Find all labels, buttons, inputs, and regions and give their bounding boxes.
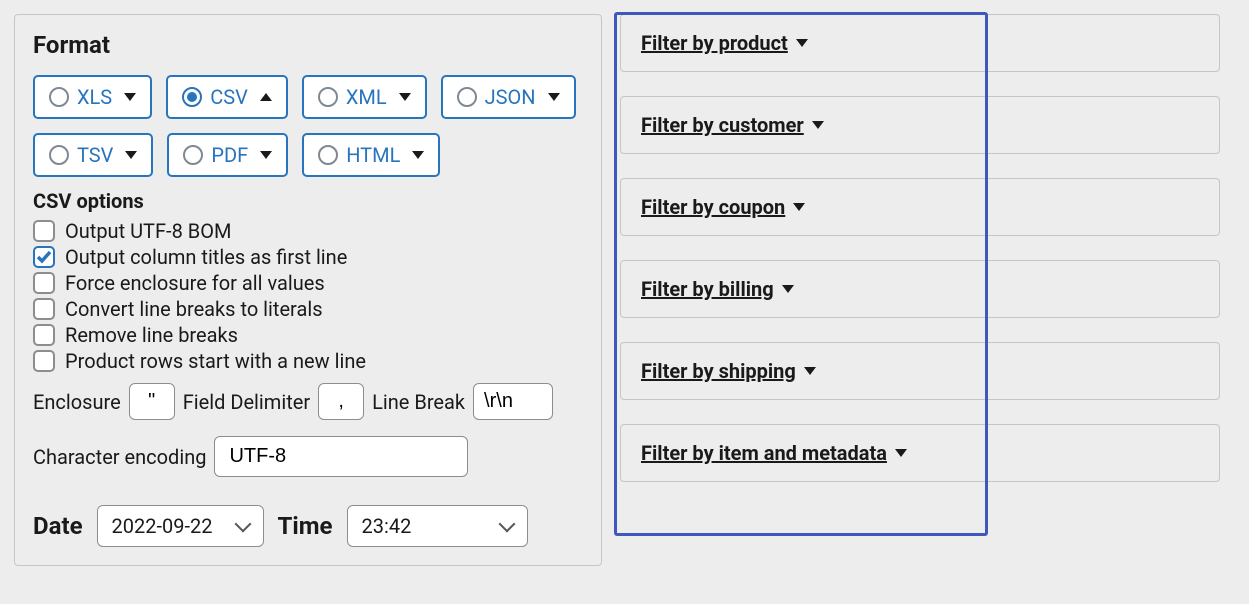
encoding-input[interactable] <box>214 436 468 477</box>
check-remove-linebreaks[interactable]: Remove line breaks <box>33 323 583 347</box>
format-panel: Format XLS CSV XML JSON <box>14 14 602 566</box>
check-label: Convert line breaks to literals <box>65 297 323 321</box>
format-heading: Format <box>33 31 583 59</box>
format-xls[interactable]: XLS <box>33 75 152 119</box>
caret-down-icon <box>125 151 137 159</box>
check-force-enclosure[interactable]: Force enclosure for all values <box>33 271 583 295</box>
time-value: 23:42 <box>362 514 412 538</box>
filter-by-item-metadata[interactable]: Filter by item and metadata <box>620 424 1220 482</box>
filter-label-text: Filter by item and metadata <box>641 441 887 465</box>
format-label: HTML <box>346 143 400 167</box>
filter-label-text: Filter by billing <box>641 277 774 301</box>
format-label: TSV <box>77 143 113 167</box>
csv-options-heading: CSV options <box>33 189 583 213</box>
chevron-down-icon <box>234 516 251 533</box>
caret-down-icon <box>260 151 272 159</box>
filter-by-shipping[interactable]: Filter by shipping <box>620 342 1220 400</box>
checkbox-icon <box>33 350 55 372</box>
format-label: PDF <box>211 143 248 167</box>
checkbox-icon <box>33 324 55 346</box>
check-convert-linebreaks[interactable]: Convert line breaks to literals <box>33 297 583 321</box>
check-product-rows-newline[interactable]: Product rows start with a new line <box>33 349 583 373</box>
enclosure-label: Enclosure <box>33 390 121 414</box>
caret-down-icon <box>782 285 794 293</box>
caret-down-icon <box>124 93 136 101</box>
check-label: Force enclosure for all values <box>65 271 325 295</box>
filter-by-product[interactable]: Filter by product <box>620 14 1220 72</box>
caret-down-icon <box>895 449 907 457</box>
time-label: Time <box>278 512 333 540</box>
radio-icon <box>457 87 477 107</box>
format-tsv[interactable]: TSV <box>33 133 153 177</box>
filter-label-text: Filter by customer <box>641 113 804 137</box>
caret-down-icon <box>796 39 808 47</box>
caret-down-icon <box>793 203 805 211</box>
caret-down-icon <box>399 93 411 101</box>
filter-label-text: Filter by shipping <box>641 359 796 383</box>
filter-label-text: Filter by coupon <box>641 195 785 219</box>
radio-icon <box>182 87 202 107</box>
caret-down-icon <box>412 151 424 159</box>
enclosure-input[interactable] <box>129 383 175 420</box>
format-csv[interactable]: CSV <box>166 75 288 119</box>
format-html[interactable]: HTML <box>302 133 440 177</box>
checkbox-icon <box>33 298 55 320</box>
check-utf8-bom[interactable]: Output UTF-8 BOM <box>33 219 583 243</box>
checkbox-checked-icon <box>33 246 55 268</box>
format-json[interactable]: JSON <box>441 75 576 119</box>
date-select[interactable]: 2022-09-22 <box>97 505 264 547</box>
radio-icon <box>318 145 338 165</box>
filter-by-coupon[interactable]: Filter by coupon <box>620 178 1220 236</box>
filter-by-billing[interactable]: Filter by billing <box>620 260 1220 318</box>
caret-up-icon <box>260 93 272 101</box>
check-label: Output column titles as first line <box>65 245 347 269</box>
radio-icon <box>49 145 69 165</box>
encoding-label: Character encoding <box>33 445 206 469</box>
filter-label-text: Filter by product <box>641 31 788 55</box>
format-pdf[interactable]: PDF <box>167 133 288 177</box>
check-label: Remove line breaks <box>65 323 238 347</box>
format-label: JSON <box>485 85 536 109</box>
linebreak-label: Line Break <box>372 390 465 414</box>
filters-panel: Filter by product Filter by customer Fil… <box>620 14 1230 482</box>
format-xml[interactable]: XML <box>302 75 427 119</box>
check-label: Output UTF-8 BOM <box>65 219 231 243</box>
format-options-row: XLS CSV XML JSON TSV <box>33 75 583 177</box>
filter-by-customer[interactable]: Filter by customer <box>620 96 1220 154</box>
delimiter-input[interactable] <box>318 383 364 420</box>
caret-down-icon <box>812 121 824 129</box>
date-value: 2022-09-22 <box>112 514 213 538</box>
caret-down-icon <box>548 93 560 101</box>
date-label: Date <box>33 512 83 540</box>
time-select[interactable]: 23:42 <box>347 505 529 547</box>
radio-icon <box>318 87 338 107</box>
radio-icon <box>183 145 203 165</box>
format-label: CSV <box>210 85 248 109</box>
format-label: XML <box>346 85 387 109</box>
chevron-down-icon <box>499 516 516 533</box>
check-label: Product rows start with a new line <box>65 349 366 373</box>
check-column-titles[interactable]: Output column titles as first line <box>33 245 583 269</box>
checkbox-icon <box>33 272 55 294</box>
linebreak-input[interactable] <box>473 383 553 420</box>
format-label: XLS <box>77 85 112 109</box>
radio-icon <box>49 87 69 107</box>
delimiter-label: Field Delimiter <box>183 390 310 414</box>
checkbox-icon <box>33 220 55 242</box>
caret-down-icon <box>804 367 816 375</box>
